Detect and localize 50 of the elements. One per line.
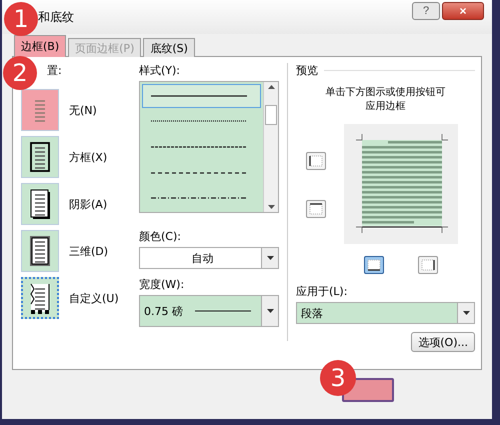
style-label: 样式(Y): (139, 63, 182, 78)
border-toggle-button[interactable] (364, 256, 384, 274)
tab[interactable]: 底纹(S) (143, 38, 195, 57)
tab[interactable]: 边框(B) (14, 35, 66, 57)
color-label: 颜色(C): (139, 229, 182, 244)
border-icon (309, 155, 323, 167)
preview-hint: 单击下方图示或使用按钮可 (326, 86, 446, 100)
options-button[interactable]: 选项(O)... (411, 332, 475, 352)
width-label: 宽度(W): (139, 277, 186, 292)
setting-option[interactable] (21, 230, 59, 272)
preview-label: 预览 (296, 63, 318, 78)
apply-to-label: 应用于(L): (296, 284, 348, 299)
preview-hint: 应用边框 (366, 100, 406, 114)
line-sample-icon (151, 146, 247, 148)
preview-drawing[interactable] (344, 124, 458, 244)
border-toggle-button[interactable] (418, 256, 438, 274)
line-sample-icon (195, 310, 251, 312)
setting-option[interactable] (21, 183, 59, 225)
line-sample-icon (151, 120, 247, 122)
apply-to-dropdown[interactable]: 段落 (296, 302, 475, 324)
page-icon (27, 140, 53, 174)
settings-label: 置: (47, 63, 62, 78)
line-sample-icon (151, 94, 247, 97)
width-dropdown[interactable]: 0.75 磅 (139, 295, 279, 327)
setting-label: 自定义(U) (69, 290, 119, 306)
setting-label: 三维(D) (69, 244, 108, 258)
line-sample-icon (151, 197, 247, 200)
caret-icon (462, 311, 470, 315)
step-badge: 2 (3, 56, 37, 90)
page-icon (27, 234, 53, 268)
line-sample-icon (151, 172, 247, 174)
setting-label: 方框(X) (69, 150, 108, 164)
close-button[interactable]: × (442, 2, 484, 20)
setting-label: 无(N) (69, 102, 97, 118)
window-title: 和底纹 (38, 8, 75, 26)
line-style-option[interactable] (142, 84, 261, 108)
border-toggle-button[interactable] (306, 200, 326, 218)
setting-option[interactable] (21, 136, 59, 178)
border-icon (309, 203, 323, 215)
setting-option[interactable] (21, 277, 59, 319)
caret-icon (266, 309, 274, 313)
caret-icon (266, 256, 274, 260)
help-button[interactable]: ? (412, 2, 440, 20)
setting-label: 阴影(A) (69, 196, 108, 212)
border-icon (367, 259, 381, 271)
color-dropdown[interactable]: 自动 (139, 247, 279, 269)
border-icon (421, 259, 435, 271)
border-toggle-button[interactable] (306, 152, 326, 170)
scroll-thumb[interactable] (265, 105, 277, 125)
scrollbar[interactable] (263, 82, 278, 212)
